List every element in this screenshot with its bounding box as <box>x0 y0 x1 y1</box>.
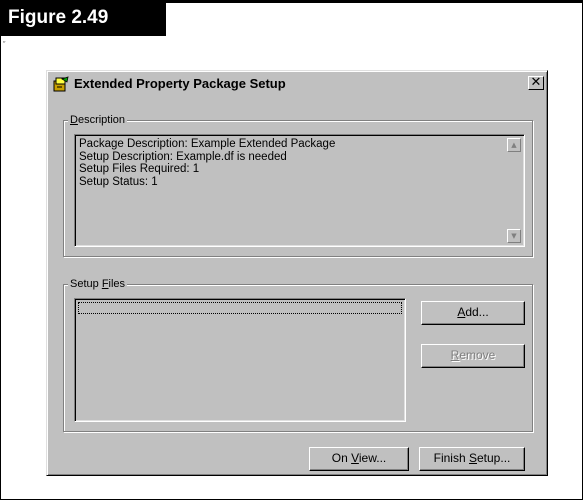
close-icon: ✕ <box>530 75 542 90</box>
title-bar[interactable]: Extended Property Package Setup ✕ <box>50 74 544 94</box>
figure-mark: ″ <box>3 41 6 48</box>
setup-description-line: Setup Description: Example.df is needed <box>79 150 287 163</box>
scroll-down-icon: ▼ <box>511 232 517 240</box>
finish-setup-button[interactable]: Finish Setup... <box>419 447 525 471</box>
setup-status-line: Setup Status: 1 <box>79 175 158 188</box>
add-button[interactable]: Add... <box>421 301 525 325</box>
description-text: Package Description: Example Extended Pa… <box>79 138 335 188</box>
setup-files-required-line: Setup Files Required: 1 <box>79 163 200 175</box>
on-view-button[interactable]: On View... <box>309 447 409 471</box>
setup-files-list[interactable] <box>74 298 406 422</box>
scroll-down-button[interactable]: ▼ <box>507 229 521 243</box>
scroll-up-icon: ▲ <box>511 141 517 149</box>
close-button[interactable]: ✕ <box>528 76 544 90</box>
package-setup-icon <box>53 76 69 92</box>
package-description-line: Package Description: Example Extended Pa… <box>79 138 336 150</box>
figure-title: Figure 2.49 <box>0 0 166 36</box>
setup-dialog: Extended Property Package Setup ✕ Descri… <box>46 70 548 476</box>
window-title: Extended Property Package Setup <box>74 76 286 91</box>
list-focus-row[interactable] <box>78 302 402 314</box>
description-textbox[interactable]: Package Description: Example Extended Pa… <box>74 134 525 247</box>
figure-rule <box>166 0 583 3</box>
remove-button[interactable]: Remove <box>421 344 525 368</box>
scroll-up-button[interactable]: ▲ <box>507 138 521 152</box>
setup-files-group-label: Setup Files <box>68 277 128 291</box>
description-group-label: Description <box>68 113 128 127</box>
